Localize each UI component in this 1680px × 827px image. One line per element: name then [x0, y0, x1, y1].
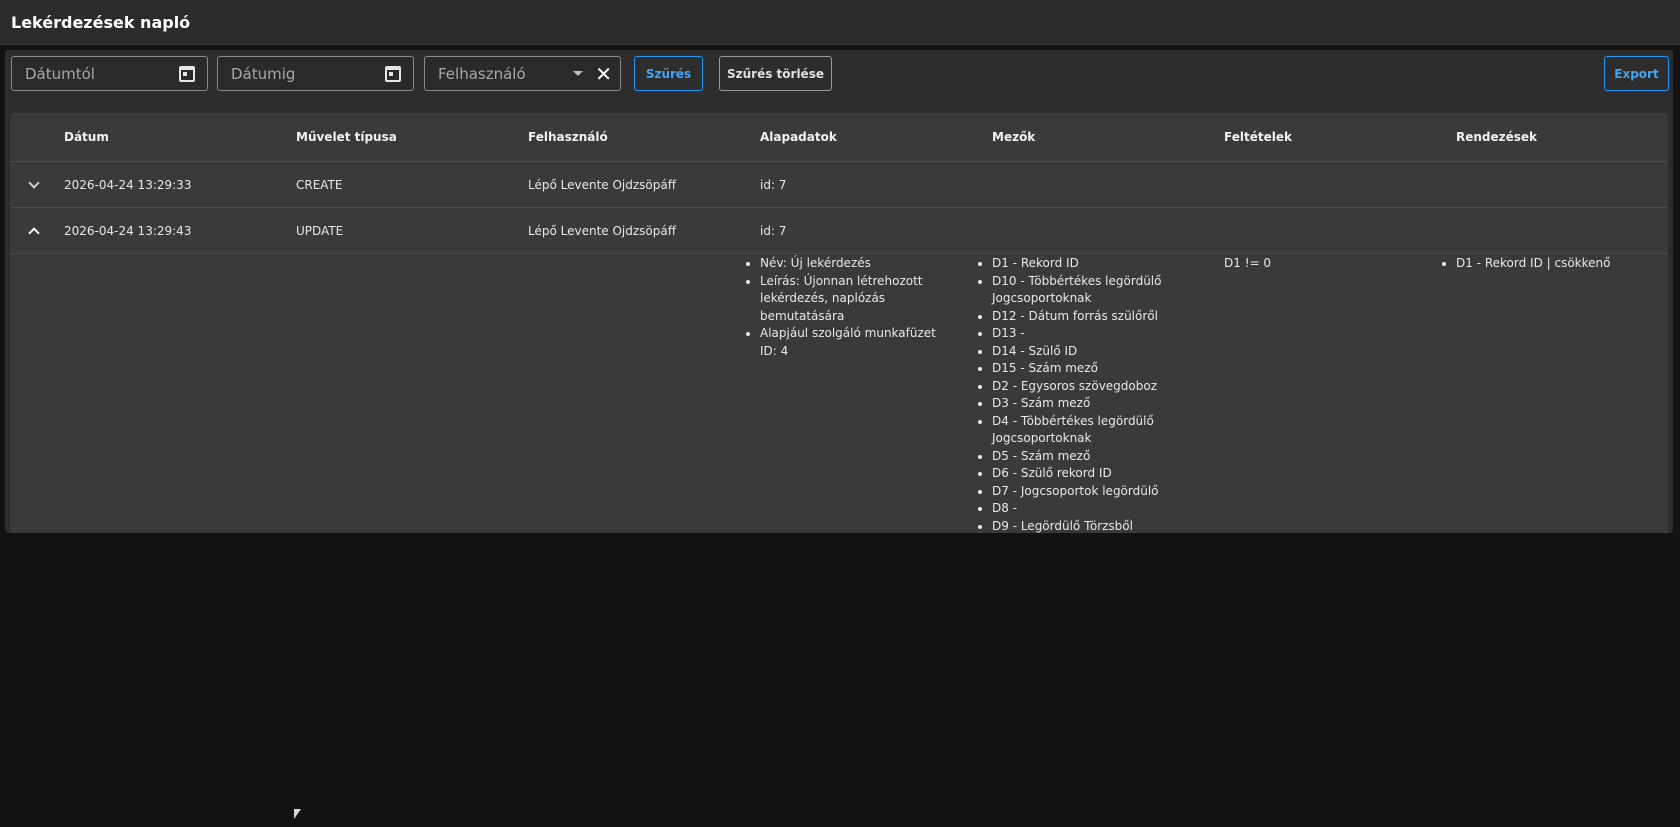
date-from-field[interactable]: Dátumtól [11, 56, 208, 91]
log-panel: Dátumtól Dátumig Felhasználó ✕ Szűrés Sz… [5, 50, 1673, 533]
list-item: D15 - Szám mező [992, 360, 1182, 378]
column-header-fields[interactable]: Mezők [992, 113, 1035, 161]
chevron-down-icon[interactable] [28, 176, 40, 189]
column-header-operation[interactable]: Művelet típusa [296, 113, 397, 161]
user-placeholder: Felhasználó [438, 64, 526, 83]
column-header-base[interactable]: Alapadatok [760, 113, 837, 161]
list-item: D12 - Dátum forrás szülőről [992, 308, 1182, 326]
calendar-icon[interactable] [385, 65, 401, 82]
list-item: D1 - Rekord ID [992, 255, 1182, 273]
list-item: Alapjául szolgáló munkafüzet ID: 4 [760, 325, 940, 360]
list-item: D2 - Egysoros szövegdoboz [992, 378, 1182, 396]
clear-filter-button[interactable]: Szűrés törlése [719, 56, 832, 91]
list-item: D5 - Szám mező [992, 448, 1182, 466]
row-date: 2026-04-24 13:29:43 [64, 223, 192, 238]
condition-text: D1 != 0 [1224, 256, 1272, 270]
column-header-user[interactable]: Felhasználó [528, 113, 608, 161]
list-item: D14 - Szülő ID [992, 343, 1182, 361]
row-user: Lépő Levente Ojdzsöpáff [528, 177, 677, 192]
chevron-up-icon[interactable] [28, 226, 40, 239]
expanded-row-detail: Név: Új lekérdezés Leírás: Újonnan létre… [10, 255, 1668, 533]
caret-down-icon[interactable] [573, 71, 584, 76]
base-data-list: Név: Új lekérdezés Leírás: Újonnan létre… [740, 255, 940, 360]
filter-button[interactable]: Szűrés [634, 56, 703, 91]
table-header-row: Dátum Művelet típusa Felhasználó Alapada… [10, 113, 1668, 162]
list-item: D1 - Rekord ID | csökkenő [1456, 255, 1656, 273]
row-operation: CREATE [296, 177, 343, 192]
page-title: Lekérdezések napló [0, 0, 1680, 45]
list-item: D4 - Többértékes legördülő Jogcsoportokn… [992, 413, 1182, 448]
column-header-sorts[interactable]: Rendezések [1456, 113, 1537, 161]
close-icon[interactable]: ✕ [595, 64, 612, 84]
list-item: D8 - [992, 500, 1182, 518]
collapse-toggle[interactable] [28, 208, 40, 253]
fields-list: D1 - Rekord ID D10 - Többértékes legördü… [972, 255, 1182, 533]
calendar-icon[interactable] [179, 65, 195, 82]
sort-list: D1 - Rekord ID | csökkenő [1436, 255, 1656, 273]
list-item: D10 - Többértékes legördülő Jogcsoportok… [992, 273, 1182, 308]
date-from-placeholder: Dátumtól [25, 64, 95, 83]
user-select[interactable]: Felhasználó ✕ [424, 56, 621, 91]
filter-bar: Dátumtól Dátumig Felhasználó ✕ Szűrés Sz… [5, 50, 1673, 110]
list-item: D13 - [992, 325, 1182, 343]
page-title-text: Lekérdezések napló [11, 12, 191, 32]
mouse-cursor-icon [294, 809, 301, 819]
list-item: D7 - Jogcsoportok legördülő [992, 483, 1182, 501]
row-user: Lépő Levente Ojdzsöpáff [528, 223, 677, 238]
column-header-conditions[interactable]: Feltételek [1224, 113, 1292, 161]
list-item: Név: Új lekérdezés [760, 255, 940, 273]
list-item: D3 - Szám mező [992, 395, 1182, 413]
date-to-field[interactable]: Dátumig [217, 56, 414, 91]
row-base: id: 7 [760, 223, 787, 238]
log-table: Dátum Művelet típusa Felhasználó Alapada… [10, 113, 1668, 533]
export-button[interactable]: Export [1604, 56, 1669, 91]
list-item: Leírás: Újonnan létrehozott lekérdezés, … [760, 273, 940, 326]
table-row[interactable]: 2026-04-24 13:29:33 CREATE Lépő Levente … [10, 162, 1668, 208]
row-operation: UPDATE [296, 223, 344, 238]
list-item: D9 - Legördülő Törzsből [992, 518, 1182, 534]
date-to-placeholder: Dátumig [231, 64, 296, 83]
column-header-date[interactable]: Dátum [64, 113, 109, 161]
list-item: D6 - Szülő rekord ID [992, 465, 1182, 483]
row-date: 2026-04-24 13:29:33 [64, 177, 192, 192]
table-row[interactable]: 2026-04-24 13:29:43 UPDATE Lépő Levente … [10, 208, 1668, 254]
expand-toggle[interactable] [28, 162, 40, 207]
row-base: id: 7 [760, 177, 787, 192]
